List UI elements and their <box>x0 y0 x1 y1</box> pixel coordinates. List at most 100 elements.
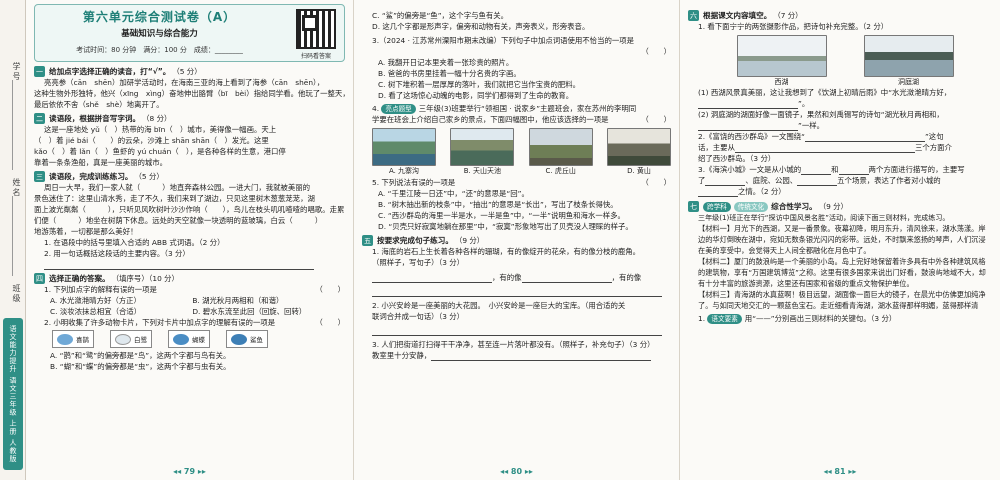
section-2-line: 这是一座地处 yǔ（ ）热带的海 bīn（ ）城市，美得像一幅画。天上 <box>44 125 277 134</box>
passage-line: 周日一大早，我们一家人就（ ）地直奔森林公园。一进大门，我就被美丽的 <box>44 183 311 192</box>
highlight-tag: 亮点题型 <box>381 104 416 114</box>
option-b[interactable]: B. “蝴”和“蝶”的偏旁都是“虫”，这两个字都与虫有关。 <box>34 361 345 372</box>
section-points: （5 分） <box>134 172 164 181</box>
fill-line[interactable]: ，有的像 ，有的像 <box>362 272 671 283</box>
option-b[interactable]: B. “树木抽出新的枝条”中，“抽出”的意思是“长出”，写出了枝条长得快。 <box>362 199 671 210</box>
image-option[interactable]: C. 虎丘山 <box>528 128 593 176</box>
west-lake-image <box>736 35 827 77</box>
card-shark: 鲨鱼 <box>226 330 268 348</box>
question-6-3[interactable]: 3.《海滨小城》一文是从小城的和两个方面进行描写的，主要写 <box>688 164 992 175</box>
option-d[interactable]: D. 碧水东流至此回（回旋、回转） <box>192 307 306 316</box>
section-title: 给加点字选择正确的读音，打“√”。 <box>49 67 171 76</box>
student-name-line <box>12 196 13 276</box>
option-a[interactable]: A. 我翻开日记本里夹着一张珍贵的照片。 <box>362 57 671 68</box>
student-id-field: 学号 <box>12 62 21 82</box>
option-row: A. 水光潋滟晴方好（方正） B. 湖光秋月两相和（和谐） <box>34 295 345 306</box>
passage-line: 景色迷住了：这里山清水秀，走了不久，我们来到了湖边，只见这里树木葱葱茏茏，湖 <box>34 194 315 203</box>
student-name-field: 姓名 <box>12 178 21 198</box>
option-b[interactable]: B. 湖光秋月两相和（和谐） <box>192 296 283 305</box>
west-lake-photo: 西湖 <box>736 35 827 87</box>
qr-code-icon[interactable] <box>296 9 336 49</box>
section-1-line: 亮亮参（cān shēn）加研学活动时，在海南三亚的海上看到了海参（cān sh… <box>44 78 325 87</box>
binding-strip: 学号 姓名 班级 语文能力提升 语文三年级 上册 人教版 <box>0 0 26 480</box>
section-7-heading: 七 跨学科 传统文化 综合性学习。 （9 分） <box>688 201 992 212</box>
section-title: 综合性学习。 <box>771 202 817 211</box>
sentence-hint-2: 联词合并成一句话）（3 分） <box>372 312 465 321</box>
answer-paren: （ ） <box>641 47 671 56</box>
section-2-heading: 二 读语段，根据拼音写字词。 （8 分） <box>34 113 345 124</box>
sentence-question-2: 2. 小兴安岭是一座美丽的大花园。 小兴安岭是一座巨大的宝库。（用合适的关 <box>372 301 626 310</box>
sentence-hint-1: （照样子，写句子）（3 分） <box>372 258 465 267</box>
section-2-line: kǎo（ ）着 lǎn（ ）鱼虾的 yú chuán（ ），是各种各样的生意，港… <box>34 147 286 156</box>
dongting-lake-image <box>863 35 954 77</box>
option-a[interactable]: A. “千里江陵一日还”中，“还”的意思是“回”。 <box>362 188 671 199</box>
section-2-line: 靠着一条条渔船，真是一座美丽的城市。 <box>34 158 168 167</box>
option-c[interactable]: C. “西沙群岛的海里一半是水，一半是鱼”中，“一半”说明鱼和海水一样多。 <box>362 210 671 221</box>
section-4-heading: 四 选择正确的答案。 （填序号）（10 分） <box>34 273 345 284</box>
section-points: （7 分） <box>773 11 803 20</box>
huqiu-image <box>528 128 593 166</box>
scenery-images: A. 九寨沟 B. 天山天池 C. 虎丘山 D. 黄山 <box>372 128 671 176</box>
fill-line[interactable]: ”。 <box>688 98 992 109</box>
huangshan-image <box>606 128 671 166</box>
question-6-1b: (2) 洞庭湖的湖面好像一面镜子，果然和刘禹锡写的诗句“湖光秋月两相和， <box>698 110 944 119</box>
section-title: 读语段，根据拼音写字词。 <box>49 114 141 123</box>
image-option[interactable]: A. 九寨沟 <box>372 128 436 176</box>
section-5-heading: 五 按要求完成句子练习。 （9 分） <box>362 235 671 246</box>
fill-line[interactable]: ”一样。 <box>688 120 992 131</box>
literacy-tag: 语文要素 <box>707 314 742 324</box>
section-1-line: 这种生物外形独特，他兴（xīng xìng）奋地伸出胳臂（bī bèi）指给同学… <box>34 89 345 98</box>
option-b[interactable]: B. 爸爸的书房里挂着一幅十分名贵的字画。 <box>362 68 671 79</box>
question-6-2-cont[interactable]: 话，主要从 三个方面介 <box>688 142 992 153</box>
page-80: C. “鲨”的偏旁是“鱼”，这个字与鱼有关。 D. 这几个字都是形声字，偏旁和动… <box>354 0 680 480</box>
shark-icon <box>231 333 247 345</box>
question-3-1: 1. 在语段中的括号里填入合适的 ABB 式词语。（2 分） <box>44 238 225 247</box>
fill-line[interactable] <box>362 325 671 336</box>
question-6-3-cont[interactable]: 了、庭院、公园、 五个场景，表达了作者对小城的 <box>688 175 992 186</box>
book-tab: 语文能力提升 语文三年级 上册 人教版 <box>3 318 23 470</box>
option-a[interactable]: A. “鹊”和“鹭”的偏旁都是“鸟”，这两个字都与鸟有关。 <box>34 350 345 361</box>
section-points: （填序号）（10 分） <box>111 274 179 283</box>
section-1-line: 最后依依不舍（shě shè）地离开了。 <box>34 100 164 109</box>
option-d[interactable]: D. “贝壳只好寂寞地躺在那里”中，“寂寞”形象地写出了贝壳没人理睬的样子。 <box>362 221 671 232</box>
section-points: （5 分） <box>172 67 202 76</box>
option-d[interactable]: D. 这几个字都是形声字，偏旁和动物有关，声旁表义，形旁表音。 <box>362 21 671 32</box>
option-d[interactable]: D. 看了这场惊心动魄的电影，同学们都得到了生命的教育。 <box>362 90 671 101</box>
question-6-2[interactable]: 2.《富饶的西沙群岛》一文围绕“ ”这句 <box>688 131 992 142</box>
sentence-cont-3[interactable]: 教室里十分安静， <box>362 350 671 361</box>
question-6-3-end[interactable]: 之情。（2 分） <box>688 186 992 197</box>
section-number: 七 <box>688 201 699 212</box>
passage-line: 面上波光粼粼（ ），只听见风吹树叶沙沙作响（ ），鸟儿在枝头叽叽喳喳的唱歌。走累… <box>34 205 345 214</box>
image-option[interactable]: B. 天山天池 <box>450 128 515 176</box>
question-4: 4. 亮点题型 三年级(3)班要举行“领祖国 · 说家乡”主题班会，家在苏州的李明… <box>372 104 637 114</box>
section-number: 三 <box>34 171 45 182</box>
option-c[interactable]: C. “鲨”的偏旁是“鱼”，这个字与鱼有关。 <box>362 10 671 21</box>
test-paper-spread: 学号 姓名 班级 语文能力提升 语文三年级 上册 人教版 第六单元综合测试卷（A… <box>0 0 1000 480</box>
question-4-1: 1. 下列加点字的解释有误的一项是（ ） <box>44 285 345 294</box>
page-number: ◂◂ 80 ▸▸ <box>500 467 533 476</box>
section-title: 选择正确的答案。 <box>49 274 110 283</box>
passage-line: 地游荡着，一切都是那么美好！ <box>34 227 138 236</box>
option-a[interactable]: A. 水光潋滟晴方好（方正） <box>50 295 190 306</box>
section-title: 根据课文内容填空。 <box>703 11 772 20</box>
test-title: 第六单元综合测试卷（A） <box>82 10 237 24</box>
sentence-question-1: 1. 海底的岩石上生长着各种各样的珊瑚，有的像绽开的花朵，有的像分枝的鹿角。 <box>372 247 641 256</box>
question-4-cont: 学要在班会上介绍自己家乡的景点，下面四幅图中，他应该选择的一项是（ ） <box>372 115 671 124</box>
section-number: 四 <box>34 273 45 284</box>
question-6-1: 1. 看下面宁宁的两张摄影作品，把诗句补充完整。（2 分） <box>698 22 889 31</box>
card-magpie: 喜鹊 <box>52 330 94 348</box>
test-subtitle: 基础知识与综合能力 <box>121 29 198 39</box>
image-option[interactable]: D. 黄山 <box>606 128 671 176</box>
option-c[interactable]: C. 淡妆浓抹总相宜（合适） <box>50 306 190 317</box>
answer-line[interactable] <box>34 259 345 270</box>
question-7-1: 1. 语文要素 用“——”分别画出三则材料的关键句。（3 分） <box>698 314 897 324</box>
tag-traditional-culture: 传统文化 <box>733 201 769 212</box>
option-c[interactable]: C. 树下堆积着一层厚厚的落叶，我们就把它当作宝贵的肥料。 <box>362 79 671 90</box>
fill-line[interactable] <box>362 286 671 297</box>
material-3: 【材料三】青海湖的水真蓝啊！极目远望，湖面像一面巨大的镜子，在晨光中仿佛更加纯净… <box>698 290 986 310</box>
question-3-2: 2. 用一句话概括这段话的主要内容。（3 分） <box>44 249 190 258</box>
section-number: 二 <box>34 113 45 124</box>
jiuzhaigou-image <box>372 128 436 166</box>
question-5: 5. 下列说法有误的一项是（ ） <box>372 178 671 187</box>
dongting-lake-photo: 洞庭湖 <box>863 35 954 87</box>
